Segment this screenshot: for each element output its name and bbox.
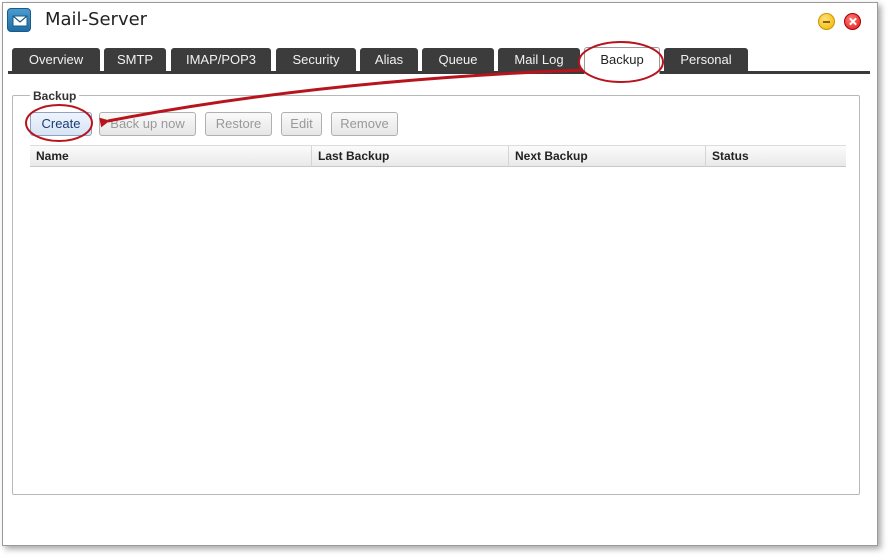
back-up-now-button[interactable]: Back up now <box>99 112 196 136</box>
tab-smtp[interactable]: SMTP <box>104 48 166 71</box>
create-button[interactable]: Create <box>30 112 92 136</box>
column-header-status[interactable]: Status <box>706 146 846 167</box>
column-header-name[interactable]: Name <box>30 146 312 167</box>
edit-button[interactable]: Edit <box>281 112 322 136</box>
minimize-icon[interactable] <box>818 13 835 30</box>
tab-mail-log[interactable]: Mail Log <box>498 48 580 71</box>
backup-table-header: Name Last Backup Next Backup Status <box>30 145 846 167</box>
tab-backup[interactable]: Backup <box>584 47 660 74</box>
remove-button[interactable]: Remove <box>331 112 398 136</box>
backup-table-body[interactable] <box>30 167 846 487</box>
tab-imap-pop3[interactable]: IMAP/POP3 <box>171 48 271 71</box>
tab-security[interactable]: Security <box>276 48 356 71</box>
column-header-last-backup[interactable]: Last Backup <box>312 146 509 167</box>
mail-server-icon <box>7 8 31 32</box>
tab-personal[interactable]: Personal <box>664 48 748 71</box>
title-bar: Mail-Server <box>3 3 877 43</box>
window-title: Mail-Server <box>45 9 148 30</box>
tab-alias[interactable]: Alias <box>360 48 418 71</box>
backup-legend: Backup <box>30 89 80 103</box>
tab-queue[interactable]: Queue <box>422 48 494 71</box>
restore-button[interactable]: Restore <box>205 112 272 136</box>
tab-bar: Overview SMTP IMAP/POP3 Security Alias Q… <box>8 47 870 74</box>
tab-overview[interactable]: Overview <box>12 48 100 71</box>
column-header-next-backup[interactable]: Next Backup <box>509 146 706 167</box>
close-icon[interactable] <box>844 13 861 30</box>
